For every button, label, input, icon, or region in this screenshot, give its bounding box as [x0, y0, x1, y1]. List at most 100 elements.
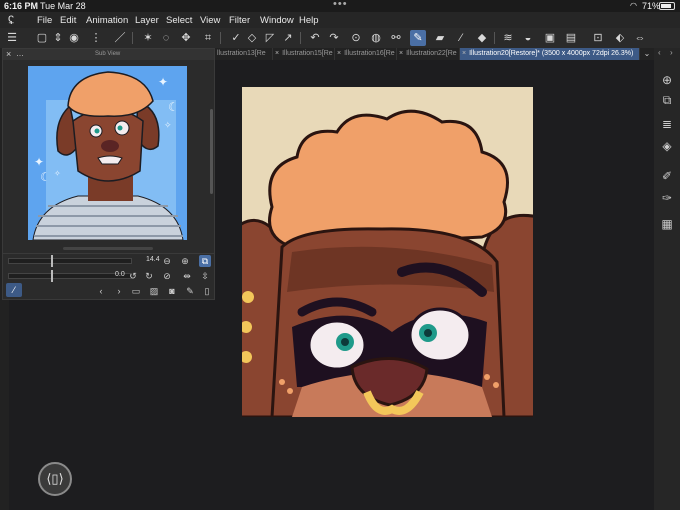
sub-tool-icon[interactable]: ⧉ — [659, 92, 675, 108]
tab-illustration16[interactable]: × Illustration16[Re — [335, 48, 397, 60]
zoom-slider-knob[interactable] — [51, 255, 53, 267]
more-options-icon[interactable]: … — [16, 49, 24, 58]
layer-stack-icon[interactable]: ◈ — [659, 138, 675, 154]
close-icon[interactable]: × — [337, 50, 341, 57]
hamburger-menu-icon[interactable]: ☰ — [4, 30, 20, 46]
reference-image[interactable]: ✦ ☾ ✧ ✦ ☾ ✧ — [28, 66, 187, 240]
zoom-slider[interactable] — [8, 255, 132, 267]
svg-text:✧: ✧ — [164, 120, 172, 130]
select-corner-icon[interactable]: ◸ — [262, 30, 278, 46]
swap-icon[interactable]: ⇕ — [50, 30, 66, 46]
modifier-key-button[interactable]: ⟨▯⟩ — [38, 462, 72, 496]
import-image-icon[interactable]: ▨ — [148, 285, 160, 297]
app-logo-icon[interactable]: ʢ — [8, 13, 14, 27]
vertical-scrollbar[interactable] — [210, 109, 213, 194]
trash-icon[interactable]: ▯ — [201, 285, 213, 297]
fit-view-icon[interactable]: ⧉ — [199, 255, 211, 267]
canvas-icon[interactable]: ▣ — [542, 30, 558, 46]
brush-icon[interactable]: ／ — [112, 30, 128, 46]
move-handle-icon: ⟨▯⟩ — [46, 471, 64, 486]
tab-illustration13[interactable]: llustration13[Re — [215, 48, 273, 60]
svg-text:☾: ☾ — [168, 100, 179, 114]
status-time: 6:16 PM — [4, 1, 39, 11]
wifi-icon: ◠ — [630, 1, 637, 10]
sub-view-header: × … Sub View — [3, 49, 214, 60]
canvas[interactable] — [242, 87, 533, 417]
menu-edit[interactable]: Edit — [60, 15, 76, 26]
eyedropper-icon[interactable]: ⁄ — [453, 30, 469, 46]
rotate-slider[interactable] — [8, 270, 132, 282]
rotate-slider-knob[interactable] — [51, 270, 53, 282]
layer-properties-icon[interactable]: ≣ — [659, 116, 675, 132]
multitasking-dots-icon[interactable]: ••• — [333, 0, 348, 10]
panel-icon[interactable]: ▤ — [563, 30, 579, 46]
tab-label: Illustration16[Re — [344, 50, 395, 57]
next-image-icon[interactable]: › — [113, 285, 125, 297]
record-icon[interactable]: ⊡ — [590, 30, 606, 46]
svg-text:✦: ✦ — [34, 155, 44, 169]
select-arrow-icon[interactable]: ↗ — [280, 30, 296, 46]
tab-illustration22[interactable]: × Illustration22[Re — [397, 48, 460, 60]
lasso-icon[interactable]: ◌ — [158, 30, 174, 46]
zoom-in-icon[interactable]: ⊕ — [179, 255, 191, 267]
lasso-fill-icon[interactable]: ◍ — [368, 30, 384, 46]
tab-illustration20[interactable]: × Illustration20[Restore]* (3500 x 4000px… — [460, 48, 640, 60]
collapse-right-icon[interactable]: ‹ — [658, 48, 661, 57]
layers-icon[interactable]: ≋ — [500, 30, 516, 46]
close-icon[interactable]: × — [275, 50, 279, 57]
magic-wand-icon[interactable]: ✶ — [140, 30, 156, 46]
select-expand-icon[interactable]: ◇ — [244, 30, 260, 46]
battery-icon — [659, 2, 675, 10]
new-canvas-icon[interactable]: ▢ — [34, 30, 50, 46]
tab-label: Illustration22[Re — [406, 50, 457, 57]
crop-icon[interactable]: ⌗ — [200, 30, 216, 46]
link-icon[interactable]: ⚯ — [388, 30, 404, 46]
rotate-right-icon[interactable]: ↻ — [143, 270, 155, 282]
move-icon[interactable]: ✥ — [178, 30, 194, 46]
flip-vertical-icon[interactable]: ⇳ — [199, 270, 211, 282]
command-bar: ☰ ▢ ⇕ ◉ ⋮ ／ ✶ ◌ ✥ ⌗ ✓ ◇ ◸ ↗ ↶ ↷ ⊙ ◍ ⚯ ✎ … — [0, 28, 680, 48]
edit-image-icon[interactable]: ✎ — [184, 285, 196, 297]
transform-icon[interactable]: ⬖ — [612, 30, 628, 46]
camera-icon[interactable]: ◙ — [166, 285, 178, 297]
menu-help[interactable]: Help — [299, 15, 319, 26]
fill-icon[interactable]: ◆ — [474, 30, 490, 46]
menu-view[interactable]: View — [200, 15, 220, 26]
close-icon[interactable]: × — [399, 50, 403, 57]
menu-animation[interactable]: Animation — [86, 15, 128, 26]
open-folder-icon[interactable]: ▭ — [130, 285, 142, 297]
blend-icon[interactable]: ◒ — [520, 30, 536, 46]
gallery-icon[interactable]: ◉ — [66, 30, 82, 46]
flip-horizontal-icon[interactable]: ⇹ — [181, 270, 193, 282]
close-icon[interactable]: × — [6, 49, 11, 59]
redo-icon[interactable]: ↷ — [326, 30, 342, 46]
select-check-icon[interactable]: ✓ — [228, 30, 244, 46]
menu-select[interactable]: Select — [166, 15, 192, 26]
reset-rotation-icon[interactable]: ⊘ — [161, 270, 173, 282]
brush-settings-icon[interactable]: ✐ — [659, 168, 675, 184]
zoom-out-icon[interactable]: ⊖ — [161, 255, 173, 267]
expand-right-icon[interactable]: › — [670, 48, 673, 57]
reorder-icon[interactable]: ⋮ — [88, 30, 104, 46]
tab-illustration15[interactable]: × Illustration15[Re — [273, 48, 335, 60]
navigator-icon[interactable]: ⊕ — [659, 72, 675, 88]
tabs-dropdown-icon[interactable]: ⌄ — [640, 48, 654, 60]
eyedropper-toggle-icon[interactable]: ⁄ — [6, 283, 22, 297]
battery-percent: 71% — [642, 1, 661, 11]
menu-filter[interactable]: Filter — [229, 15, 250, 26]
previous-image-icon[interactable]: ‹ — [95, 285, 107, 297]
menu-layer[interactable]: Layer — [135, 15, 159, 26]
material-icon[interactable]: ▦ — [659, 216, 675, 232]
zoom-icon[interactable]: ⊙ — [348, 30, 364, 46]
brush-size-icon[interactable]: ✑ — [659, 190, 675, 206]
eraser-icon[interactable]: ▰ — [432, 30, 448, 46]
mirror-icon[interactable]: ⇔ — [632, 30, 648, 46]
menu-file[interactable]: File — [37, 15, 52, 26]
close-icon[interactable]: × — [462, 50, 466, 57]
rotate-left-icon[interactable]: ↺ — [127, 270, 139, 282]
pen-tool-icon[interactable]: ✎ — [410, 30, 426, 46]
horizontal-scrollbar[interactable] — [63, 247, 153, 250]
rotate-value: 0.0 — [115, 271, 125, 278]
undo-icon[interactable]: ↶ — [307, 30, 323, 46]
menu-window[interactable]: Window — [260, 15, 294, 26]
